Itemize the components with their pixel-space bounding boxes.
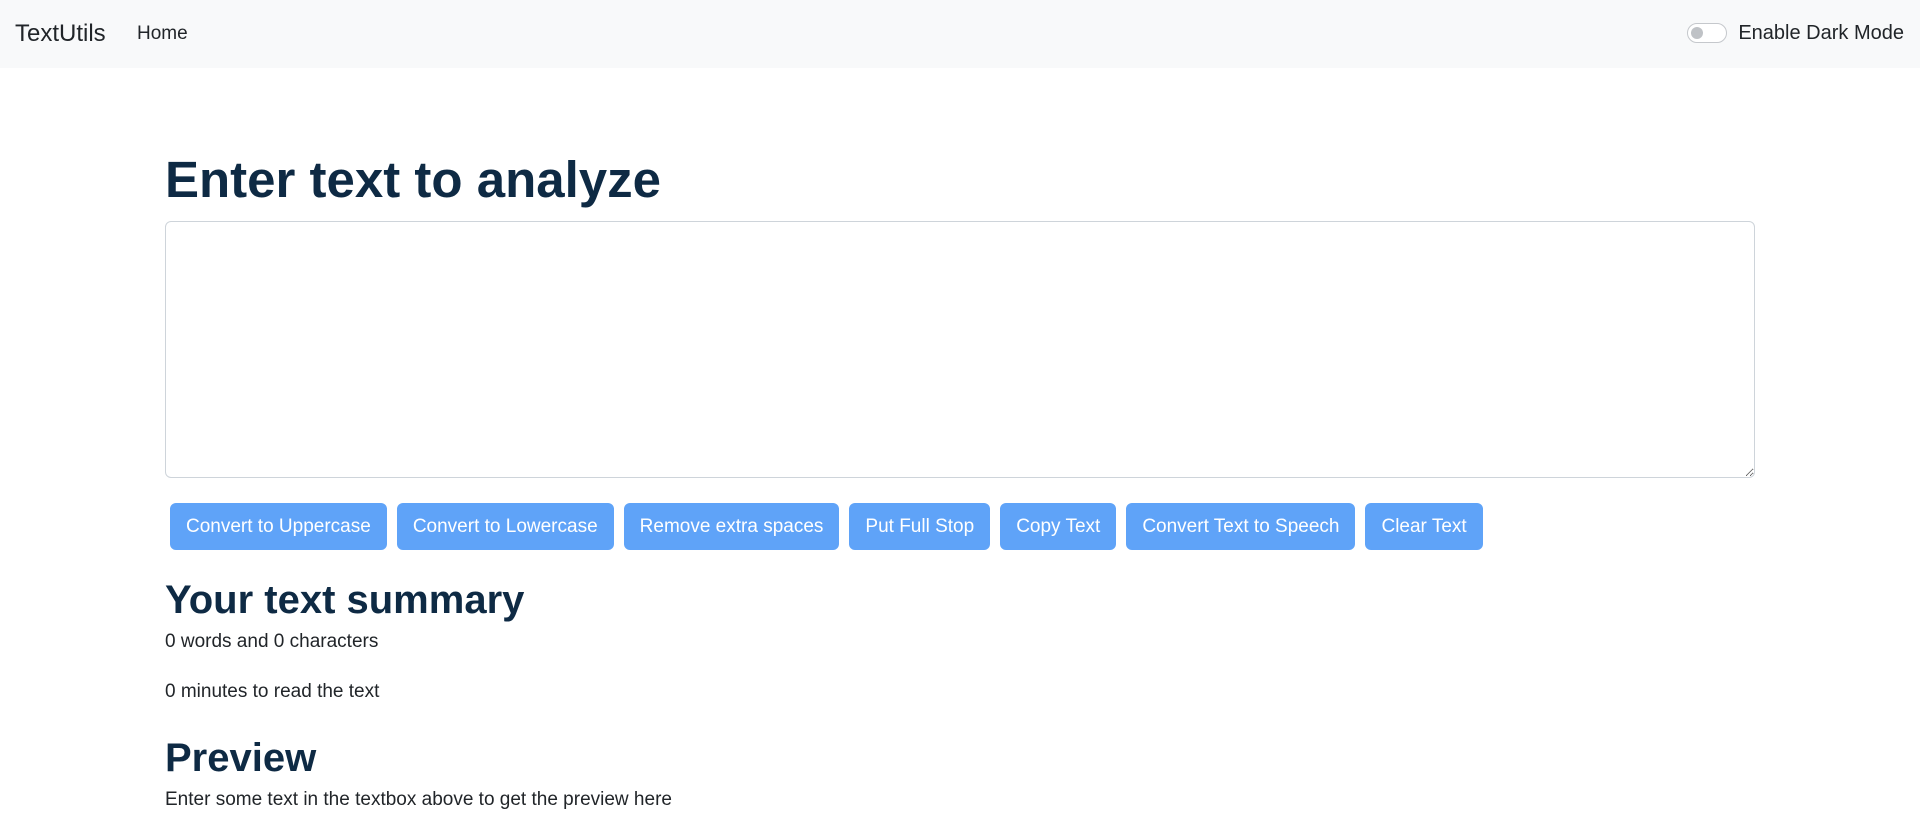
- summary-heading: Your text summary: [165, 578, 525, 622]
- preview-heading: Preview: [165, 736, 317, 780]
- remove-spaces-button[interactable]: Remove extra spaces: [623, 503, 840, 550]
- brand-logo[interactable]: TextUtils: [15, 19, 106, 49]
- action-buttons: Convert to Uppercase Convert to Lowercas…: [170, 503, 1483, 550]
- dark-mode-toggle[interactable]: Enable Dark Mode: [1687, 20, 1904, 46]
- text-input[interactable]: [165, 221, 1755, 478]
- page-title: Enter text to analyze: [165, 151, 661, 208]
- navbar: TextUtils Home Enable Dark Mode: [0, 0, 1920, 68]
- preview-text: Enter some text in the textbox above to …: [165, 789, 672, 810]
- uppercase-button[interactable]: Convert to Uppercase: [170, 503, 387, 550]
- full-stop-button[interactable]: Put Full Stop: [849, 503, 991, 550]
- nav-link-home[interactable]: Home: [137, 21, 188, 47]
- lowercase-button[interactable]: Convert to Lowercase: [396, 503, 614, 550]
- clear-text-button[interactable]: Clear Text: [1365, 503, 1483, 550]
- copy-text-button[interactable]: Copy Text: [1000, 503, 1117, 550]
- dark-mode-switch[interactable]: [1687, 23, 1728, 43]
- text-to-speech-button[interactable]: Convert Text to Speech: [1126, 503, 1356, 550]
- read-time: 0 minutes to read the text: [165, 681, 380, 702]
- switch-knob: [1691, 27, 1704, 39]
- word-char-count: 0 words and 0 characters: [165, 631, 379, 652]
- dark-mode-label[interactable]: Enable Dark Mode: [1738, 20, 1904, 46]
